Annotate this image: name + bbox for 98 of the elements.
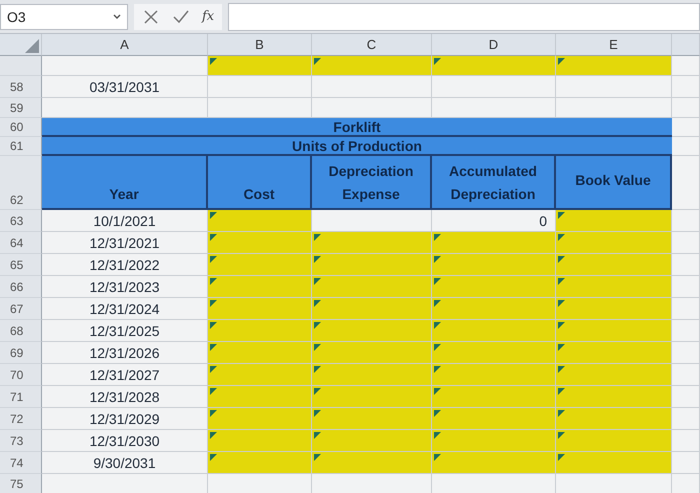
row-number[interactable]: 59 (0, 98, 42, 118)
error-indicator-icon (314, 234, 321, 241)
error-indicator-icon (434, 58, 441, 65)
column-heading-cell: Year (42, 156, 208, 210)
error-indicator-icon (558, 388, 565, 395)
error-indicator-icon (558, 454, 565, 461)
error-indicator-icon (314, 300, 321, 307)
error-indicator-icon (558, 322, 565, 329)
formula-bar[interactable] (228, 2, 700, 30)
row-number[interactable]: 70 (0, 364, 42, 386)
error-indicator-icon (314, 322, 321, 329)
table-cell: 12/31/2022 (42, 254, 208, 276)
row-number[interactable]: 69 (0, 342, 42, 364)
table-cell: 12/31/2030 (42, 430, 208, 452)
error-indicator-icon (314, 366, 321, 373)
error-indicator-icon (434, 432, 441, 439)
table-cell: 9/30/2031 (42, 452, 208, 474)
table-cell: 12/31/2023 (42, 276, 208, 298)
error-indicator-icon (558, 344, 565, 351)
error-indicator-icon (434, 234, 441, 241)
error-indicator-icon (210, 366, 217, 373)
row-number[interactable]: 74 (0, 452, 42, 474)
caret-icon[interactable] (113, 14, 121, 20)
error-indicator-icon (210, 58, 217, 65)
error-indicator-icon (558, 234, 565, 241)
error-indicator-icon (558, 410, 565, 417)
error-indicator-icon (314, 432, 321, 439)
error-indicator-icon (210, 410, 217, 417)
error-indicator-icon (434, 278, 441, 285)
error-indicator-icon (558, 58, 565, 65)
error-indicator-icon (434, 344, 441, 351)
column-heading-cell: Book Value (556, 156, 672, 210)
error-indicator-icon (558, 278, 565, 285)
row-number[interactable]: 67 (0, 298, 42, 320)
row-number[interactable]: 66 (0, 276, 42, 298)
error-indicator-icon (558, 256, 565, 263)
error-indicator-icon (434, 322, 441, 329)
error-indicator-icon (210, 300, 217, 307)
error-indicator-icon (210, 344, 217, 351)
error-indicator-icon (210, 278, 217, 285)
row-number[interactable]: 73 (0, 430, 42, 452)
table-cell: 03/31/2031 (42, 76, 208, 98)
error-indicator-icon (558, 432, 565, 439)
select-all-icon[interactable] (25, 39, 39, 53)
cell-reference: O3 (7, 8, 26, 24)
error-indicator-icon (558, 366, 565, 373)
row-number[interactable]: 65 (0, 254, 42, 276)
row-number[interactable]: 72 (0, 408, 42, 430)
error-indicator-icon (210, 234, 217, 241)
error-indicator-icon (314, 344, 321, 351)
cancel-icon[interactable] (142, 8, 160, 26)
row-number[interactable]: 75 (0, 474, 42, 493)
error-indicator-icon (558, 212, 565, 219)
column-heading-cell: Accumulated Depreciation (432, 156, 556, 210)
name-box[interactable]: O3 (0, 4, 128, 30)
table-cell: 12/31/2027 (42, 364, 208, 386)
table-cell: 10/1/2021 (42, 210, 208, 232)
table-cell: 12/31/2024 (42, 298, 208, 320)
error-indicator-icon (210, 322, 217, 329)
error-indicator-icon (434, 410, 441, 417)
row-number[interactable]: 61 (0, 137, 42, 156)
table-cell: 12/31/2029 (42, 408, 208, 430)
merged-title-cell: Units of Production (42, 137, 672, 156)
error-indicator-icon (314, 410, 321, 417)
merged-title-cell: Forklift (42, 118, 672, 137)
error-indicator-icon (314, 278, 321, 285)
row-header[interactable] (0, 56, 42, 76)
error-indicator-icon (434, 454, 441, 461)
error-indicator-icon (210, 212, 217, 219)
table-cell: 12/31/2028 (42, 386, 208, 408)
row-number[interactable]: 62 (0, 156, 42, 210)
error-indicator-icon (314, 256, 321, 263)
row-number[interactable]: 58 (0, 76, 42, 98)
row-number[interactable]: 71 (0, 386, 42, 408)
error-indicator-icon (314, 58, 321, 65)
error-indicator-icon (210, 432, 217, 439)
error-indicator-icon (558, 300, 565, 307)
table-cell: 12/31/2026 (42, 342, 208, 364)
error-indicator-icon (210, 454, 217, 461)
table-cell: 12/31/2021 (42, 232, 208, 254)
row-number[interactable]: 63 (0, 210, 42, 232)
error-indicator-icon (314, 454, 321, 461)
error-indicator-icon (434, 388, 441, 395)
row-number[interactable]: 64 (0, 232, 42, 254)
column-heading-cell: Depreciation Expense (312, 156, 432, 210)
table-cell: 12/31/2025 (42, 320, 208, 342)
error-indicator-icon (434, 256, 441, 263)
error-indicator-icon (434, 300, 441, 307)
check-icon[interactable] (172, 8, 190, 26)
insert-function-button[interactable]: fx (202, 9, 214, 24)
column-heading-cell: Cost (208, 156, 312, 210)
error-indicator-icon (210, 256, 217, 263)
row-number[interactable]: 60 (0, 118, 42, 137)
error-indicator-icon (434, 366, 441, 373)
table-cell: 0 (432, 210, 556, 232)
error-indicator-icon (210, 388, 217, 395)
row-number[interactable]: 68 (0, 320, 42, 342)
error-indicator-icon (314, 388, 321, 395)
